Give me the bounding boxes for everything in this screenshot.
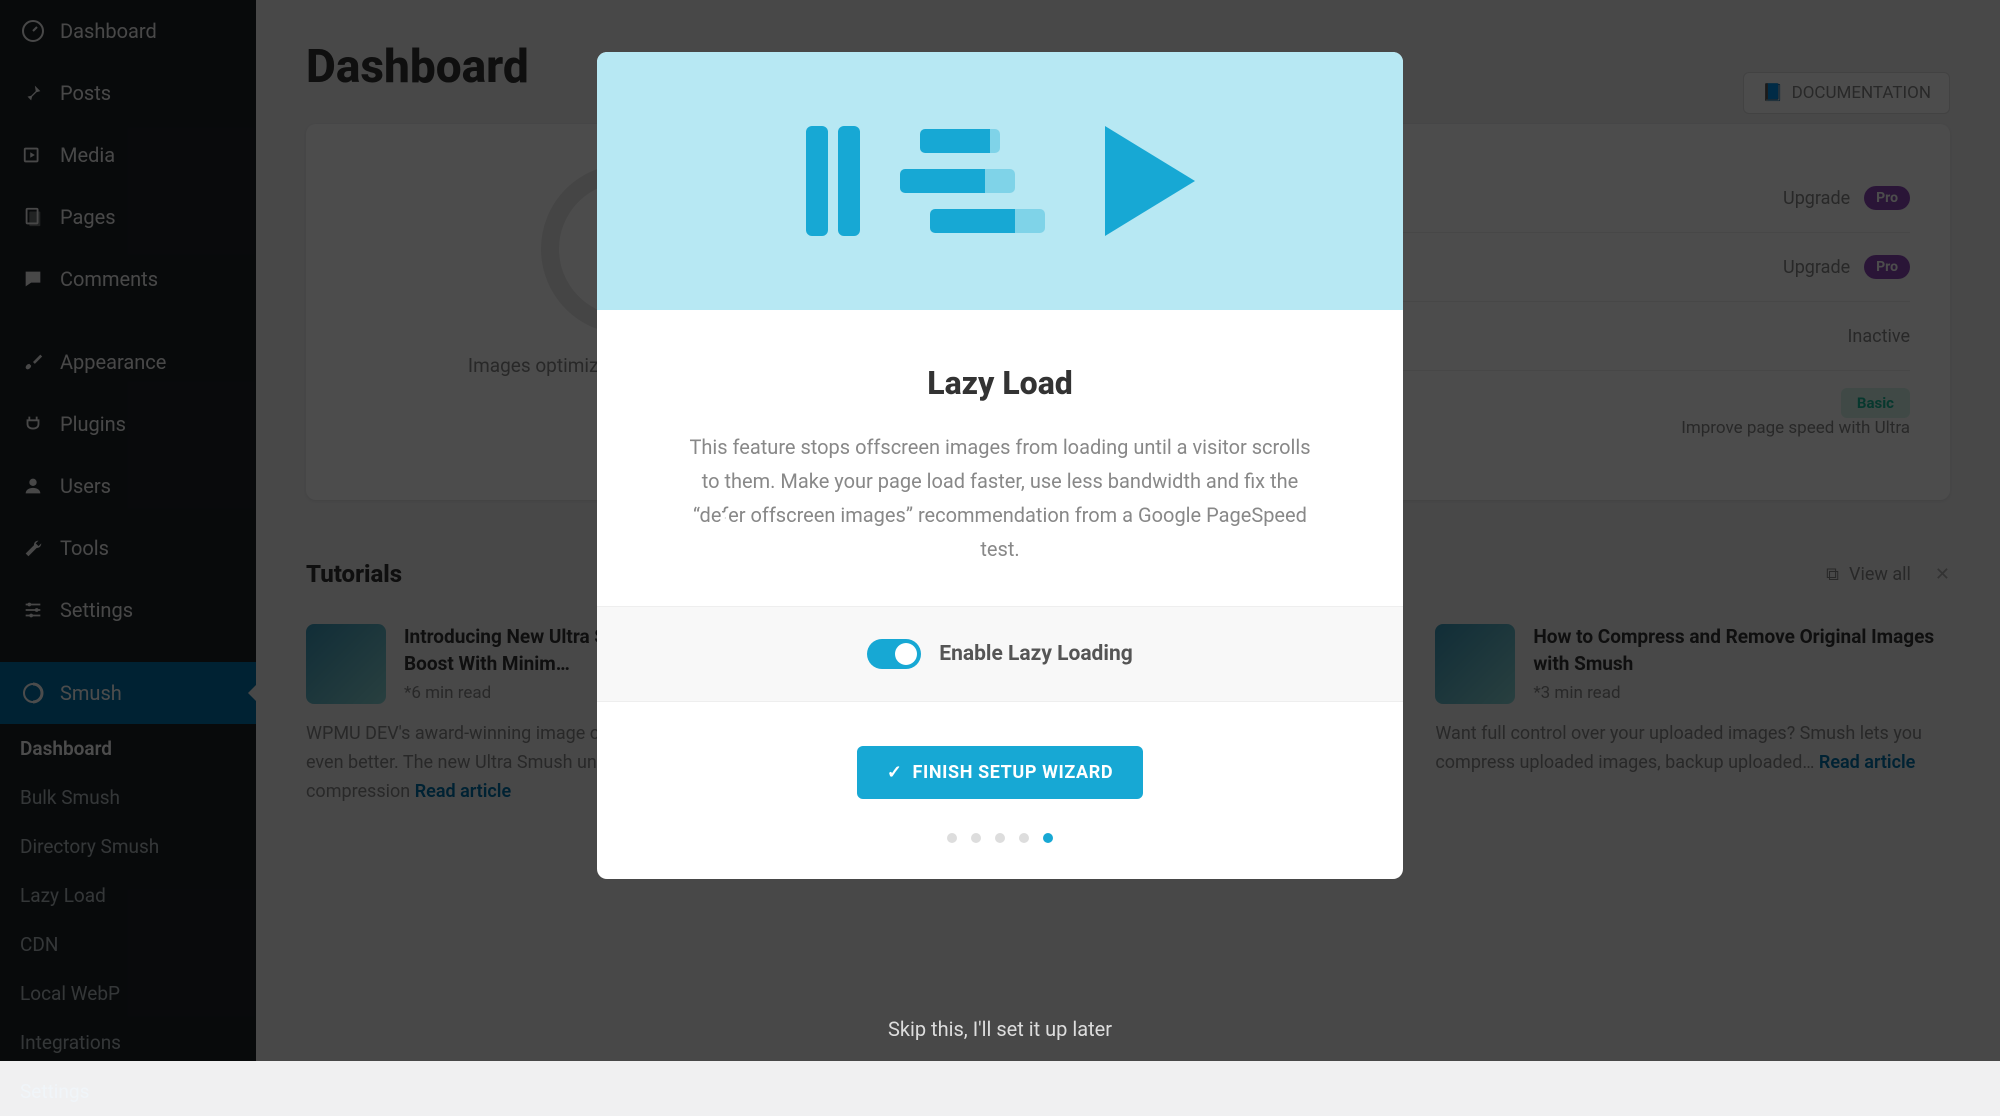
modal-description: This feature stops offscreen images from… bbox=[687, 430, 1313, 566]
modal-hero bbox=[597, 52, 1403, 310]
step-dots bbox=[947, 833, 1053, 843]
modal-title: Lazy Load bbox=[687, 364, 1313, 402]
lines-icon bbox=[920, 129, 1045, 233]
dot[interactable] bbox=[947, 833, 957, 843]
dot[interactable] bbox=[995, 833, 1005, 843]
setup-wizard-modal: Lazy Load This feature stops offscreen i… bbox=[597, 52, 1403, 879]
dot-active[interactable] bbox=[1043, 833, 1053, 843]
skip-link[interactable]: Skip this, I'll set it up later bbox=[888, 1017, 1112, 1041]
dot[interactable] bbox=[1019, 833, 1029, 843]
play-icon bbox=[1105, 126, 1195, 236]
modal-overlay: Lazy Load This feature stops offscreen i… bbox=[0, 0, 2000, 1061]
lazy-load-toggle[interactable] bbox=[867, 639, 921, 669]
toggle-row: Enable Lazy Loading bbox=[597, 606, 1403, 702]
sub-settings[interactable]: Settings bbox=[0, 1067, 256, 1116]
finish-setup-button[interactable]: ✓ FINISH SETUP WIZARD bbox=[857, 746, 1143, 799]
toggle-label: Enable Lazy Loading bbox=[939, 642, 1132, 666]
check-icon: ✓ bbox=[887, 762, 903, 783]
pause-icon bbox=[806, 126, 860, 236]
prev-step-arrow[interactable] bbox=[706, 496, 750, 540]
dot[interactable] bbox=[971, 833, 981, 843]
